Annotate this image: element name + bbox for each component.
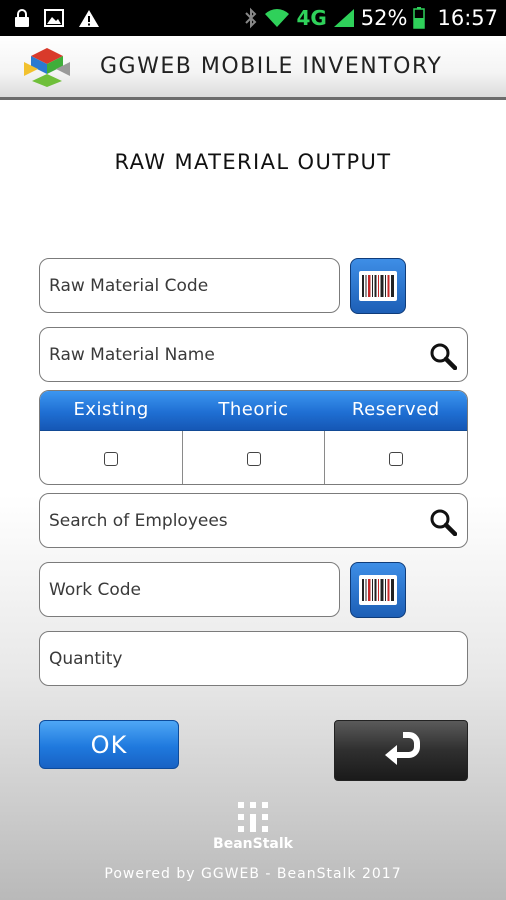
- network-type: 4G: [296, 6, 327, 30]
- wifi-icon: [264, 8, 290, 28]
- existing-header: Existing: [73, 399, 149, 420]
- existing-checkbox[interactable]: [103, 451, 118, 466]
- existing-cell: [40, 431, 183, 484]
- work-code-placeholder: Work Code: [49, 579, 141, 600]
- return-arrow-icon: [381, 729, 421, 773]
- search-icon[interactable]: [429, 342, 458, 371]
- employees-search-placeholder: Search of Employees: [49, 510, 228, 531]
- reserved-cell: [325, 431, 467, 484]
- barcode-icon: [359, 575, 397, 605]
- bluetooth-icon: [244, 7, 258, 29]
- signal-icon: [333, 8, 355, 28]
- lock-icon: [14, 9, 30, 27]
- theoric-checkbox[interactable]: [246, 451, 261, 466]
- clock: 16:57: [437, 6, 498, 30]
- app-header: GGWEB MOBILE INVENTORY: [0, 36, 506, 100]
- image-icon: [44, 9, 64, 27]
- raw-material-code-placeholder: Raw Material Code: [49, 275, 209, 296]
- reserved-checkbox[interactable]: [389, 451, 404, 466]
- battery-icon: [413, 7, 426, 29]
- battery-percent: 52%: [360, 6, 408, 30]
- search-icon[interactable]: [429, 508, 458, 537]
- scan-work-code-button[interactable]: [350, 562, 406, 618]
- status-bar: 4G 52% 16:57: [0, 0, 506, 36]
- raw-material-name-field[interactable]: Raw Material Name: [39, 327, 468, 382]
- back-button[interactable]: [334, 720, 468, 781]
- work-code-field[interactable]: Work Code: [39, 562, 340, 617]
- employees-search-field[interactable]: Search of Employees: [39, 493, 468, 548]
- raw-material-name-placeholder: Raw Material Name: [49, 344, 215, 365]
- theoric-header: Theoric: [218, 399, 289, 420]
- beanstalk-brand: BeanStalk: [213, 836, 293, 852]
- reserved-header: Reserved: [351, 399, 440, 420]
- beanstalk-logo-icon: [236, 800, 270, 834]
- warning-icon: [78, 9, 100, 28]
- powered-by-text: Powered by GGWEB - BeanStalk 2017: [104, 866, 402, 882]
- theoric-cell: [183, 431, 326, 484]
- app-logo-icon: [18, 46, 76, 88]
- stock-row: [40, 431, 467, 484]
- stock-header: Existing Theoric Reserved: [40, 391, 467, 431]
- app-title: GGWEB MOBILE INVENTORY: [100, 54, 443, 79]
- quantity-field[interactable]: Quantity: [39, 631, 468, 686]
- ok-button[interactable]: OK: [39, 720, 179, 769]
- stock-table: Existing Theoric Reserved: [39, 390, 468, 485]
- page-title: RAW MATERIAL OUTPUT: [114, 150, 392, 174]
- quantity-placeholder: Quantity: [49, 648, 123, 669]
- barcode-icon: [359, 271, 397, 301]
- scan-raw-material-button[interactable]: [350, 258, 406, 314]
- raw-material-code-field[interactable]: Raw Material Code: [39, 258, 340, 313]
